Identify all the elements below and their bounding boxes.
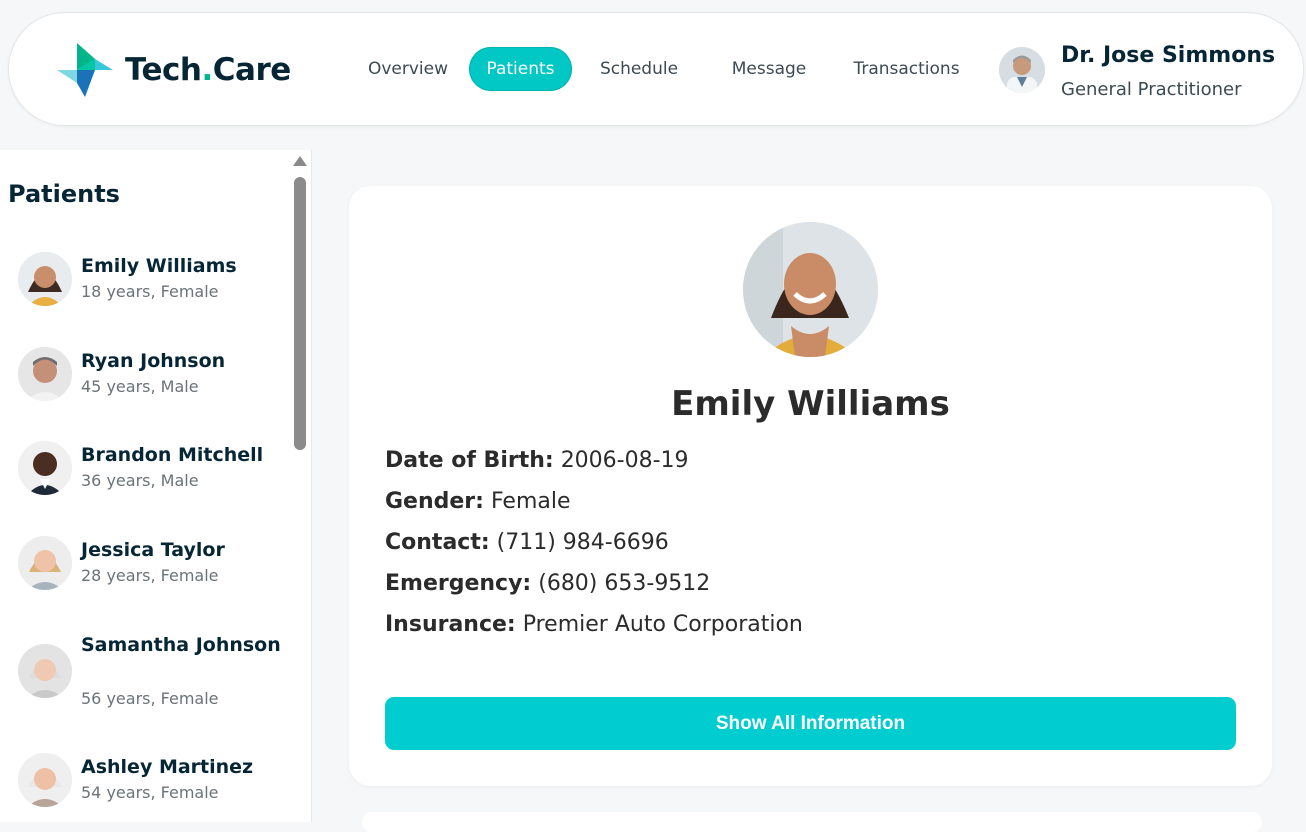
doctor-avatar [999,47,1045,93]
patient-list-item[interactable]: Jessica Taylor 28 years, Female [18,536,288,596]
patient-list-item[interactable]: Ashley Martinez 54 years, Female [18,753,288,813]
emergency-label: Emergency: [385,571,532,596]
emergency-row: Emergency: (680) 653-9512 [385,571,710,605]
insurance-value: Premier Auto Corporation [522,612,803,637]
patient-name: Samantha Johnson [81,634,281,656]
gender-row: Gender: Female [385,489,571,523]
doctor-profile[interactable]: Dr. Jose Simmons General Practitioner [999,43,1299,103]
nav-transactions[interactable]: Transactions [844,47,969,91]
dob-label: Date of Birth: [385,448,554,473]
profile-avatar [743,222,878,357]
insurance-row: Insurance: Premier Auto Corporation [385,612,803,646]
techcare-logo[interactable]: Tech.Care [57,43,297,97]
contact-value: (711) 984-6696 [496,530,669,555]
nav-overview[interactable]: Overview [349,47,467,91]
patient-avatar [18,441,72,495]
logo-mark-icon [57,43,113,97]
patient-meta: 36 years, Male [81,471,199,490]
patients-sidebar: Patients Emily Williams 18 years, Female… [0,150,312,822]
patient-meta: 56 years, Female [81,689,219,708]
patient-avatar [18,347,72,401]
patient-avatar [18,252,72,306]
doctor-role: General Practitioner [1061,79,1242,100]
patient-name: Ryan Johnson [81,350,226,372]
nav-message[interactable]: Message [714,47,824,91]
patient-name: Jessica Taylor [81,539,225,561]
sidebar-scrollbar[interactable] [290,150,311,822]
profile-name: Emily Williams [671,384,950,424]
contact-label: Contact: [385,530,490,555]
emergency-value: (680) 653-9512 [538,571,711,596]
patient-list-item[interactable]: Emily Williams 18 years, Female [18,252,288,312]
patient-avatar [18,753,72,807]
scroll-thumb[interactable] [294,177,306,450]
next-card-edge [362,812,1262,832]
patient-meta: 18 years, Female [81,282,219,301]
gender-value: Female [490,489,571,514]
top-navigation-bar: Tech.Care Overview Patients Schedule Mes… [8,12,1304,126]
patient-name: Brandon Mitchell [81,444,264,466]
patient-list-item[interactable]: Samantha Johnson 56 years, Female [18,631,288,721]
show-all-information-button[interactable]: Show All Information [385,697,1236,750]
nav-patients[interactable]: Patients [469,47,572,91]
patient-list-item[interactable]: Brandon Mitchell 36 years, Male [18,441,288,501]
patient-name: Ashley Martinez [81,756,254,778]
doctor-name: Dr. Jose Simmons [1061,43,1276,68]
patient-avatar [18,536,72,590]
patient-avatar [18,644,72,698]
brand-name: Tech.Care [125,52,291,88]
scroll-up-arrow-icon[interactable] [293,156,307,166]
contact-row: Contact: (711) 984-6696 [385,530,669,564]
gender-label: Gender: [385,489,484,514]
dob-value: 2006-08-19 [560,448,689,473]
nav-schedule[interactable]: Schedule [589,47,689,91]
patient-name: Emily Williams [81,255,237,277]
sidebar-title: Patients [8,180,120,208]
insurance-label: Insurance: [385,612,516,637]
patient-meta: 54 years, Female [81,783,219,802]
patient-list-item[interactable]: Ryan Johnson 45 years, Male [18,347,288,407]
patient-profile-card: Emily Williams Date of Birth: 2006-08-19… [349,186,1272,786]
dob-row: Date of Birth: 2006-08-19 [385,448,689,482]
patient-meta: 45 years, Male [81,377,199,396]
patient-meta: 28 years, Female [81,566,219,585]
